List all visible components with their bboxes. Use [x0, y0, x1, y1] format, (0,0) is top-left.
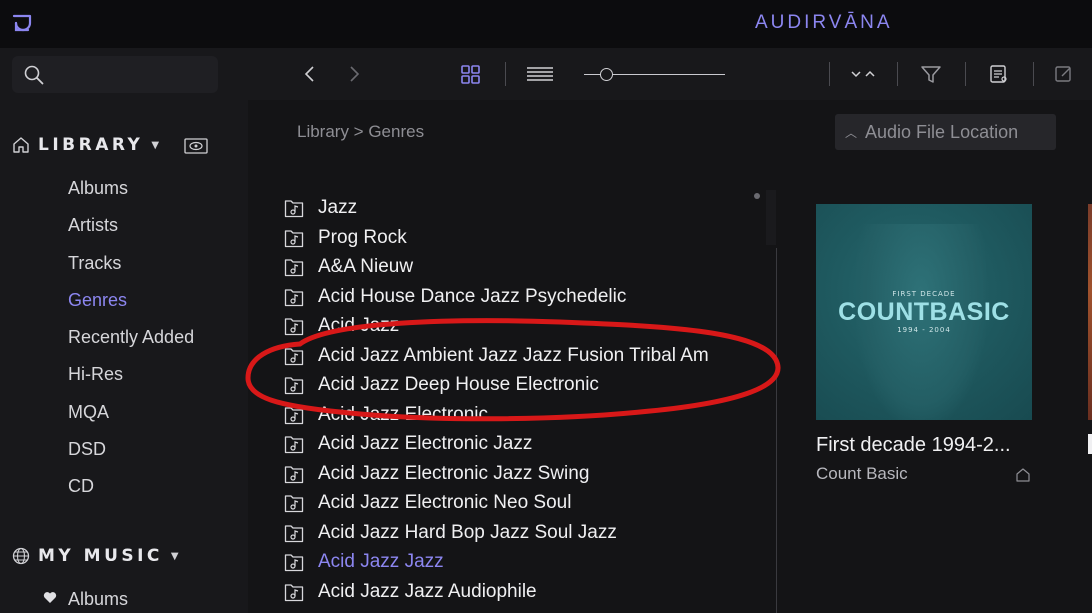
album-artist[interactable]: Count Basic [816, 464, 908, 484]
sidebar-item-artists[interactable]: Artists [68, 215, 118, 236]
cover-title: COUNTBASIC [838, 298, 1010, 326]
toolbar-divider [897, 62, 898, 86]
sidebar-item-genres[interactable]: Genres [68, 290, 127, 311]
sidebar-item-albums[interactable]: Albums [68, 178, 128, 199]
music-folder-icon [284, 465, 304, 483]
title-bar: AUDIRVĀNA [0, 0, 1092, 48]
music-folder-icon [284, 259, 304, 277]
library-section-header[interactable]: LIBRARY ▼ [12, 133, 159, 157]
brand-name: AUDIRVĀNA [755, 12, 893, 33]
music-folder-icon [284, 583, 304, 601]
genre-name: Acid Jazz Electronic Jazz [318, 433, 533, 454]
globe-icon [12, 547, 30, 565]
music-folder-icon [284, 347, 304, 365]
next-album-title[interactable] [1088, 434, 1092, 454]
chevron-up-icon: ︿ [845, 125, 858, 140]
music-folder-icon [284, 524, 304, 542]
edit-icon[interactable] [1054, 62, 1074, 86]
chevron-down-icon[interactable]: ▼ [151, 140, 159, 151]
genre-name: Acid Jazz Electronic [318, 403, 489, 425]
toolbar-divider [829, 62, 830, 86]
next-album-cover[interactable] [1088, 204, 1092, 420]
breadcrumb[interactable]: Library > Genres [297, 122, 424, 142]
genre-list-item[interactable]: Acid Jazz Jazz [284, 550, 746, 574]
toolbar-divider [1033, 62, 1034, 86]
genre-name: Acid Jazz Hard Bop Jazz Soul Jazz [318, 521, 617, 543]
heart-icon [43, 592, 57, 603]
genre-name: A&A Nieuw [318, 256, 414, 277]
sidebar-item-recently-added[interactable]: Recently Added [68, 327, 194, 348]
toolbar-divider [965, 62, 966, 86]
home-icon [13, 137, 29, 153]
genre-list-item[interactable]: Prog Rock [284, 226, 746, 250]
music-folder-icon [284, 377, 304, 395]
zoom-slider-handle[interactable] [600, 68, 613, 81]
genre-list-item[interactable]: Acid Jazz Deep House Electronic [284, 373, 746, 397]
genre-name: Acid Jazz Ambient Jazz Jazz Fusion Triba… [318, 344, 709, 366]
genre-list-item[interactable]: Acid Jazz Electronic Jazz Swing [284, 462, 746, 486]
sidebar-item-cd[interactable]: CD [68, 476, 94, 497]
music-folder-icon [284, 229, 304, 247]
sort-by-label: Audio File Location [865, 121, 1019, 142]
genre-list-item[interactable]: Acid Jazz [284, 314, 746, 338]
app-logo-icon[interactable] [10, 11, 34, 35]
toolbar-divider [505, 62, 506, 86]
cover-years: 1994 - 2004 [897, 326, 951, 334]
genre-list-item[interactable]: Jazz [284, 196, 746, 220]
genre-name: Acid Jazz Deep House Electronic [318, 374, 599, 395]
cover-subtitle: FIRST DECADE [892, 290, 956, 298]
my-music-title: MY MUSIC [38, 546, 163, 566]
sidebar-item-hi-res[interactable]: Hi-Res [68, 364, 123, 385]
search-input[interactable] [12, 56, 218, 93]
genre-name: Acid Jazz Jazz Audiophile [318, 580, 537, 602]
album-title[interactable]: First decade 1994-2... [816, 434, 1038, 457]
sidebar-item-my-albums[interactable]: Albums [68, 589, 128, 610]
genre-name: Acid Jazz Jazz [318, 551, 444, 572]
music-folder-icon [284, 406, 304, 424]
music-folder-icon [284, 288, 304, 306]
scroll-indicator[interactable] [754, 193, 760, 199]
genre-list-item[interactable]: Acid House Dance Jazz Psychedelic [284, 285, 746, 309]
sidebar-item-mqa[interactable]: MQA [68, 402, 109, 423]
library-title: LIBRARY [38, 135, 144, 155]
genre-name: Acid Jazz Electronic Neo Soul [318, 492, 572, 513]
scrollbar[interactable] [766, 190, 776, 245]
genre-name: Prog Rock [318, 226, 407, 248]
filter-icon[interactable] [920, 62, 942, 86]
genre-list-item[interactable]: Acid Jazz Hard Bop Jazz Soul Jazz [284, 521, 746, 545]
genre-list-item[interactable]: Acid Jazz Electronic Neo Soul [284, 491, 746, 515]
search-icon [24, 65, 44, 85]
music-folder-icon [284, 554, 304, 572]
sort-by-button[interactable]: ︿ Audio File Location [835, 114, 1056, 150]
sidebar-item-tracks[interactable]: Tracks [68, 253, 121, 274]
music-folder-icon [284, 495, 304, 513]
genre-list-item[interactable]: Acid Jazz Electronic Jazz [284, 432, 746, 456]
genre-name: Acid Jazz [318, 315, 400, 336]
list-divider [776, 248, 777, 613]
chevron-down-icon[interactable]: ▼ [171, 551, 179, 562]
music-folder-icon [284, 318, 304, 336]
sidebar-item-dsd[interactable]: DSD [68, 439, 106, 460]
genre-list-item[interactable]: Acid Jazz Jazz Audiophile [284, 580, 746, 604]
visibility-icon[interactable] [184, 138, 208, 154]
sidebar [0, 100, 248, 613]
local-source-icon [1016, 468, 1030, 482]
genre-name: Acid Jazz Electronic Jazz Swing [318, 462, 590, 484]
genre-list-item[interactable]: Acid Jazz Electronic [284, 403, 746, 427]
genre-list-item[interactable]: A&A Nieuw [284, 255, 746, 279]
sort-order-icon[interactable] [849, 62, 877, 86]
toolbar [0, 48, 1092, 100]
album-cover[interactable]: FIRST DECADE COUNTBASIC 1994 - 2004 [816, 204, 1032, 420]
playlist-icon[interactable] [988, 62, 1010, 86]
my-music-section-header[interactable]: MY MUSIC ▼ [12, 544, 179, 568]
genre-list-item[interactable]: Acid Jazz Ambient Jazz Jazz Fusion Triba… [284, 344, 746, 368]
music-folder-icon [284, 436, 304, 454]
genre-name: Acid House Dance Jazz Psychedelic [318, 285, 627, 307]
music-folder-icon [284, 200, 304, 218]
grid-view-icon[interactable] [460, 62, 482, 86]
genre-name: Jazz [318, 197, 358, 218]
list-view-icon[interactable] [526, 62, 554, 86]
back-icon[interactable] [302, 62, 316, 86]
forward-icon[interactable] [348, 62, 362, 86]
